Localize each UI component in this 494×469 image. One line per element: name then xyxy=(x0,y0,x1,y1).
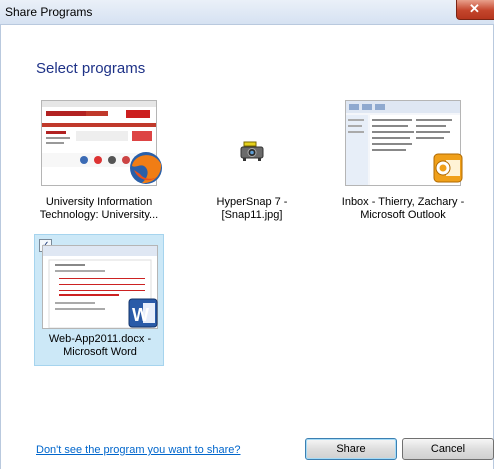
firefox-icon xyxy=(130,152,162,184)
hypersnap-icon xyxy=(240,141,264,161)
share-button[interactable]: Share xyxy=(305,438,397,460)
program-label-line2: Microsoft Outlook xyxy=(360,209,446,221)
svg-text:W: W xyxy=(132,305,149,325)
help-link[interactable]: Don't see the program you want to share? xyxy=(36,444,241,456)
program-label-line1: Inbox - Thierry, Zachary - xyxy=(341,196,465,208)
title-bar: Share Programs ✕ xyxy=(0,0,494,25)
close-icon: ✕ xyxy=(469,1,480,16)
cancel-button[interactable]: Cancel xyxy=(402,438,494,460)
program-label-line2: [Snap11.jpg] xyxy=(221,209,283,221)
program-tile-outlook[interactable]: Inbox - Thierry, Zachary - Microsoft Out… xyxy=(338,92,468,222)
close-button[interactable]: ✕ xyxy=(456,0,494,20)
program-tile-firefox[interactable]: University Information Technology: Unive… xyxy=(34,92,164,222)
program-label-line1: Web-App2011.docx - xyxy=(48,333,152,345)
window-title: Share Programs xyxy=(5,5,93,19)
word-icon: W xyxy=(128,298,158,328)
program-tile-word[interactable]: ✓ W Web-App2011.docx - Microsoft Word xyxy=(34,234,164,366)
program-label-line1: HyperSnap 7 - xyxy=(216,196,288,208)
program-label-line1: University Information xyxy=(45,196,153,208)
program-tile-hypersnap[interactable]: HyperSnap 7 - [Snap11.jpg] xyxy=(187,92,317,222)
program-label-line2: Microsoft Word xyxy=(63,346,137,358)
program-label-line2: Technology: University... xyxy=(39,209,159,221)
window-border-left xyxy=(0,24,1,469)
outlook-icon xyxy=(433,153,463,183)
page-title: Select programs xyxy=(36,60,146,77)
